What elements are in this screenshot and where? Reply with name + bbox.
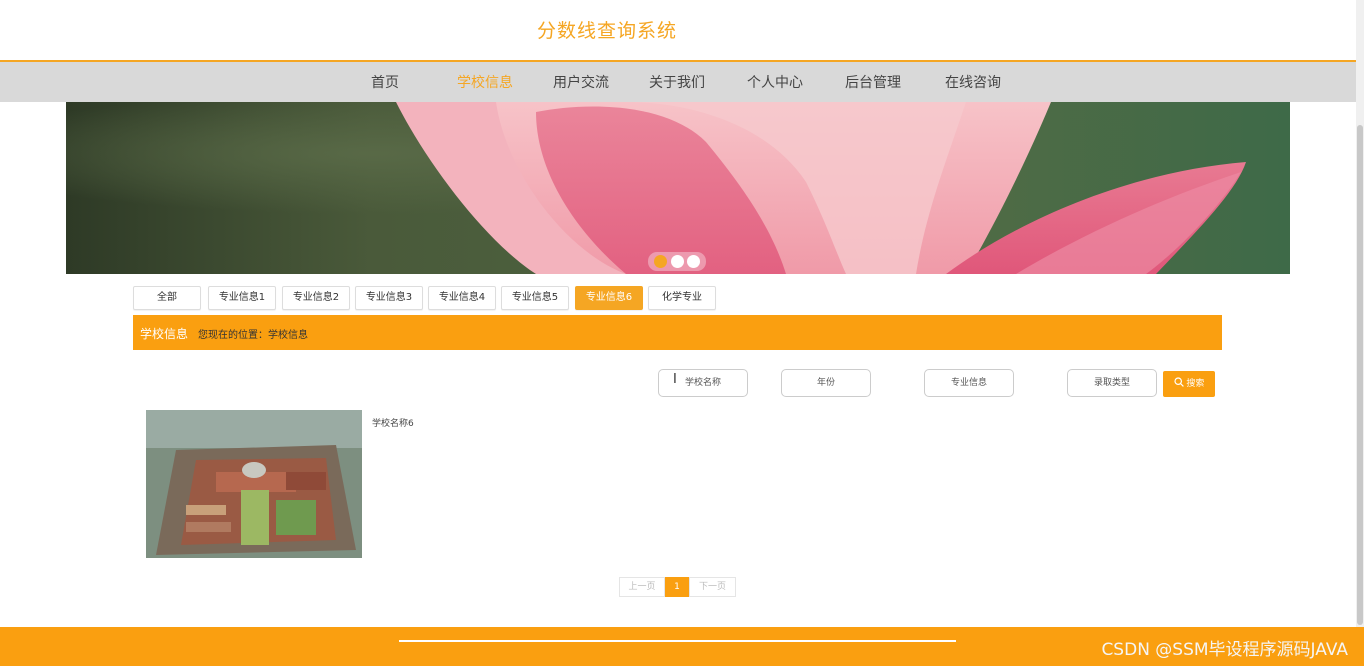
app-window: 分数线查询系统 首页 学校信息 用户交流 关于我们 个人中心 后台管理 在线咨询 (0, 0, 1364, 666)
text-cursor-icon: I (673, 372, 677, 387)
school-result-name[interactable]: 学校名称6 (372, 416, 414, 429)
tab-major-4[interactable]: 专业信息4 (428, 286, 496, 310)
nav-item-about-us[interactable]: 关于我们 (649, 72, 705, 92)
next-page-button[interactable]: 下一页 (689, 577, 736, 597)
nav-item-user-exchange[interactable]: 用户交流 (553, 72, 609, 92)
carousel-dot-2[interactable] (671, 255, 684, 268)
nav-item-home[interactable]: 首页 (371, 72, 399, 92)
tab-chemistry[interactable]: 化学专业 (648, 286, 716, 310)
site-title: 分数线查询系统 (537, 20, 678, 42)
vertical-scrollbar[interactable] (1356, 0, 1364, 627)
prev-page-button[interactable]: 上一页 (619, 577, 665, 597)
nav-item-personal-center[interactable]: 个人中心 (747, 72, 803, 92)
header: 分数线查询系统 (0, 0, 1356, 60)
main-nav: 首页 学校信息 用户交流 关于我们 个人中心 后台管理 在线咨询 (0, 60, 1356, 102)
search-button-label: 搜索 (1186, 379, 1205, 389)
year-input[interactable]: 年份 (781, 369, 871, 397)
carousel-indicators (648, 252, 706, 271)
tab-major-6[interactable]: 专业信息6 (575, 286, 643, 310)
carousel-dot-1[interactable] (654, 255, 667, 268)
tab-major-1[interactable]: 专业信息1 (208, 286, 276, 310)
watermark: CSDN @SSM毕设程序源码JAVA (1101, 640, 1348, 660)
admission-type-input[interactable]: 录取类型 (1067, 369, 1157, 397)
school-name-input[interactable]: 学校名称 (658, 369, 748, 397)
tab-major-5[interactable]: 专业信息5 (501, 286, 569, 310)
tab-major-2[interactable]: 专业信息2 (282, 286, 350, 310)
footer: CSDN @SSM毕设程序源码JAVA (0, 627, 1364, 666)
tab-major-3[interactable]: 专业信息3 (355, 286, 423, 310)
search-button[interactable]: 搜索 (1163, 371, 1215, 397)
breadcrumb: 学校信息 您现在的位置：学校信息 (133, 315, 1222, 350)
lotus-flower-photo (66, 102, 1290, 274)
footer-divider (399, 640, 956, 642)
nav-item-school-info[interactable]: 学校信息 (457, 72, 513, 92)
nav-item-online-consult[interactable]: 在线咨询 (945, 72, 1001, 92)
carousel-dot-3[interactable] (687, 255, 700, 268)
breadcrumb-title: 学校信息 (140, 327, 189, 341)
search-icon (1173, 377, 1184, 387)
school-result-image[interactable] (146, 410, 362, 558)
breadcrumb-location: 您现在的位置：学校信息 (198, 330, 308, 341)
tab-all[interactable]: 全部 (133, 286, 201, 310)
banner-carousel[interactable] (66, 102, 1290, 274)
nav-item-admin[interactable]: 后台管理 (845, 72, 901, 92)
major-input[interactable]: 专业信息 (924, 369, 1014, 397)
scrollbar-thumb[interactable] (1357, 125, 1363, 625)
campus-aerial-photo (146, 410, 362, 558)
page-1-button[interactable]: 1 (665, 577, 689, 597)
